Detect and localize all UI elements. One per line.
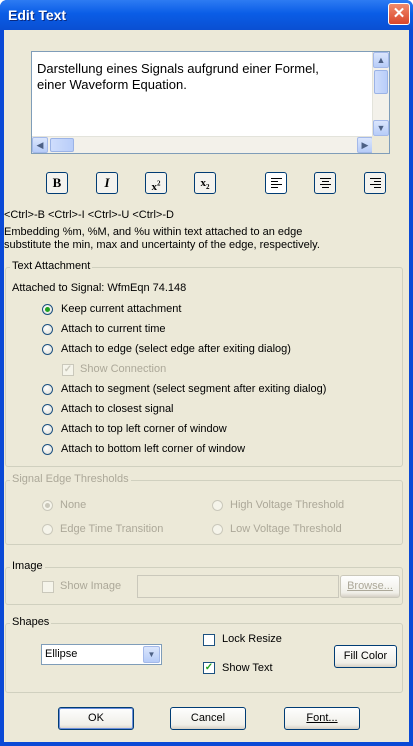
dialog-body: Darstellung eines Signals aufgrund einer… [4, 30, 409, 742]
radio-edge-transition[interactable] [42, 524, 53, 535]
show-connection-checkbox[interactable]: ✓ [62, 364, 74, 376]
scroll-down-icon[interactable]: ▼ [373, 120, 389, 136]
title-bar[interactable]: Edit Text ✕ [0, 0, 413, 30]
lock-resize-checkbox[interactable]: ✓ [203, 634, 215, 646]
scroll-right-icon[interactable]: ▶ [357, 137, 373, 153]
show-connection-label: Show Connection [80, 363, 167, 375]
option-bottom-left[interactable]: Attach to bottom left corner of window [61, 443, 245, 455]
radio-attach-edge[interactable] [42, 344, 53, 355]
align-left-button[interactable] [265, 172, 287, 194]
attached-to-text: Attached to Signal: WfmEqn 74.148 [12, 282, 187, 294]
editor-line-2: einer Waveform Equation. [37, 77, 187, 92]
italic-button[interactable]: I [96, 172, 118, 194]
align-left-icon [271, 178, 282, 188]
radio-keep-current[interactable] [42, 304, 53, 315]
option-closest-signal[interactable]: Attach to closest signal [61, 403, 174, 415]
option-attach-segment[interactable]: Attach to segment (select segment after … [61, 383, 326, 395]
radio-current-time[interactable] [42, 324, 53, 335]
text-editor[interactable]: Darstellung eines Signals aufgrund einer… [31, 51, 390, 154]
radio-bottom-left[interactable] [42, 444, 53, 455]
option-top-left[interactable]: Attach to top left corner of window [61, 423, 227, 435]
shape-select-value: Ellipse [45, 648, 78, 660]
edit-text-dialog: Edit Text ✕ Darstellung eines Signals au… [0, 0, 413, 746]
lock-resize-label[interactable]: Lock Resize [222, 633, 282, 645]
subscript-button[interactable]: x2 [194, 172, 216, 194]
font-button[interactable]: Font... [284, 707, 360, 730]
text-attachment-label: Text Attachment [10, 260, 93, 272]
editor-text[interactable]: Darstellung eines Signals aufgrund einer… [37, 61, 367, 93]
ok-button[interactable]: OK [58, 707, 134, 730]
vertical-scroll-thumb[interactable] [374, 70, 388, 94]
chevron-down-icon[interactable]: ▼ [143, 646, 160, 663]
editor-line-1: Darstellung eines Signals aufgrund einer… [37, 61, 319, 76]
radio-closest-signal[interactable] [42, 404, 53, 415]
horizontal-scroll-thumb[interactable] [50, 138, 74, 152]
edge-transition-label: Edge Time Transition [60, 523, 164, 535]
thresholds-label: Signal Edge Thresholds [10, 473, 131, 485]
scroll-up-icon[interactable]: ▲ [373, 52, 389, 68]
vertical-scrollbar[interactable]: ▲ ▼ [372, 52, 389, 136]
shortcut-hint: <Ctrl>-B <Ctrl>-I <Ctrl>-U <Ctrl>-D [4, 209, 174, 221]
embedding-hint-line-1: Embedding %m, %M, and %u within text att… [4, 226, 303, 238]
radio-threshold-none[interactable] [42, 500, 53, 511]
low-voltage-label: Low Voltage Threshold [230, 523, 342, 535]
image-path-field[interactable] [137, 575, 339, 598]
window-title: Edit Text [8, 7, 67, 23]
browse-button[interactable]: Browse... [340, 575, 400, 598]
thresholds-group [5, 480, 403, 545]
option-current-time[interactable]: Attach to current time [61, 323, 166, 335]
option-attach-edge[interactable]: Attach to edge (select edge after exitin… [61, 343, 291, 355]
image-label: Image [10, 560, 45, 572]
high-voltage-label: High Voltage Threshold [230, 499, 345, 511]
align-center-icon [320, 178, 331, 188]
threshold-none-label: None [60, 499, 87, 511]
scroll-left-icon[interactable]: ◀ [32, 137, 48, 153]
option-keep-current[interactable]: Keep current attachment [61, 303, 181, 315]
show-text-checkbox[interactable]: ✓ [203, 662, 215, 674]
embedding-hint-line-2: substitute the min, max and uncertainty … [4, 239, 320, 251]
close-button[interactable]: ✕ [388, 3, 410, 25]
bold-button[interactable]: B [46, 172, 68, 194]
subscript-icon: 2 [206, 183, 210, 192]
radio-top-left[interactable] [42, 424, 53, 435]
radio-low-voltage[interactable] [212, 524, 223, 535]
font-button-label: Font... [306, 712, 338, 724]
radio-high-voltage[interactable] [212, 500, 223, 511]
align-center-button[interactable] [314, 172, 336, 194]
shape-select[interactable]: Ellipse ▼ [41, 644, 162, 665]
scrollbar-corner [372, 136, 389, 153]
cancel-button[interactable]: Cancel [170, 707, 246, 730]
shapes-label: Shapes [10, 616, 52, 628]
horizontal-scrollbar[interactable]: ◀ ▶ [32, 136, 373, 153]
fill-color-button[interactable]: Fill Color [334, 645, 397, 668]
show-image-label: Show Image [60, 580, 122, 592]
align-right-button[interactable] [364, 172, 386, 194]
align-right-icon [370, 178, 381, 188]
show-image-checkbox[interactable]: ✓ [42, 581, 54, 593]
superscript-icon: 2 [157, 179, 161, 187]
show-text-label[interactable]: Show Text [222, 662, 273, 674]
radio-attach-segment[interactable] [42, 384, 53, 395]
superscript-button[interactable]: x2 [145, 172, 167, 194]
